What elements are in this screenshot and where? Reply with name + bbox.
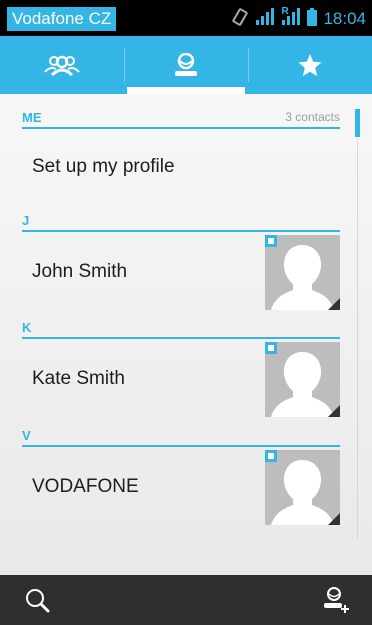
contact-list[interactable]: ME 3 contacts Set up my profile J John S… [0, 94, 372, 575]
tab-bar [0, 36, 372, 94]
contact-row-vodafone[interactable]: VODAFONE [0, 448, 340, 530]
setup-profile-label: Set up my profile [32, 156, 175, 177]
section-header-j: J [22, 213, 340, 232]
section-letter: V [22, 428, 31, 443]
search-icon[interactable] [24, 587, 50, 618]
section-header-v: V [22, 428, 340, 447]
signal-icon [255, 7, 275, 31]
section-divider [22, 445, 340, 447]
section-divider [22, 230, 340, 232]
add-contact-icon[interactable] [322, 586, 350, 619]
contact-name: John Smith [32, 261, 128, 282]
quick-contact-badge [265, 342, 277, 354]
groups-icon [44, 54, 80, 76]
battery-icon [307, 7, 318, 31]
contact-row-john-smith[interactable]: John Smith [0, 233, 340, 315]
contact-photo[interactable] [265, 450, 340, 525]
section-divider [22, 127, 340, 129]
section-letter: J [22, 213, 30, 228]
roaming-signal-icon: R [281, 5, 301, 31]
scrollbar[interactable] [355, 109, 360, 137]
vibrate-icon [231, 7, 249, 31]
contact-count: 3 contacts [285, 110, 340, 124]
tab-contacts[interactable] [124, 36, 248, 94]
carrier-label: Vodafone CZ [7, 7, 117, 31]
tab-favorites[interactable] [248, 36, 372, 94]
corner-indicator [328, 513, 340, 525]
contact-photo[interactable] [265, 342, 340, 417]
roaming-badge: R [281, 5, 289, 17]
contact-name: Kate Smith [32, 368, 125, 389]
quick-contact-badge [265, 235, 277, 247]
corner-indicator [328, 405, 340, 417]
tab-groups[interactable] [0, 36, 124, 94]
bottom-action-bar [0, 575, 372, 625]
star-icon [297, 53, 323, 77]
contact-name: VODAFONE [32, 476, 139, 497]
section-letter: ME [22, 110, 42, 125]
scroll-track [357, 139, 358, 539]
status-bar: Vodafone CZ R 18:04 [0, 0, 372, 36]
person-icon [173, 53, 199, 77]
clock: 18:04 [323, 9, 366, 28]
setup-profile-item[interactable]: Set up my profile [0, 130, 340, 208]
corner-indicator [328, 298, 340, 310]
contact-row-kate-smith[interactable]: Kate Smith [0, 340, 340, 422]
quick-contact-badge [265, 450, 277, 462]
section-divider [22, 337, 340, 339]
section-header-k: K [22, 320, 340, 339]
contact-photo[interactable] [265, 235, 340, 310]
section-letter: K [22, 320, 32, 335]
section-header-me: ME 3 contacts [22, 110, 340, 129]
status-icons: R 18:04 [231, 5, 366, 31]
